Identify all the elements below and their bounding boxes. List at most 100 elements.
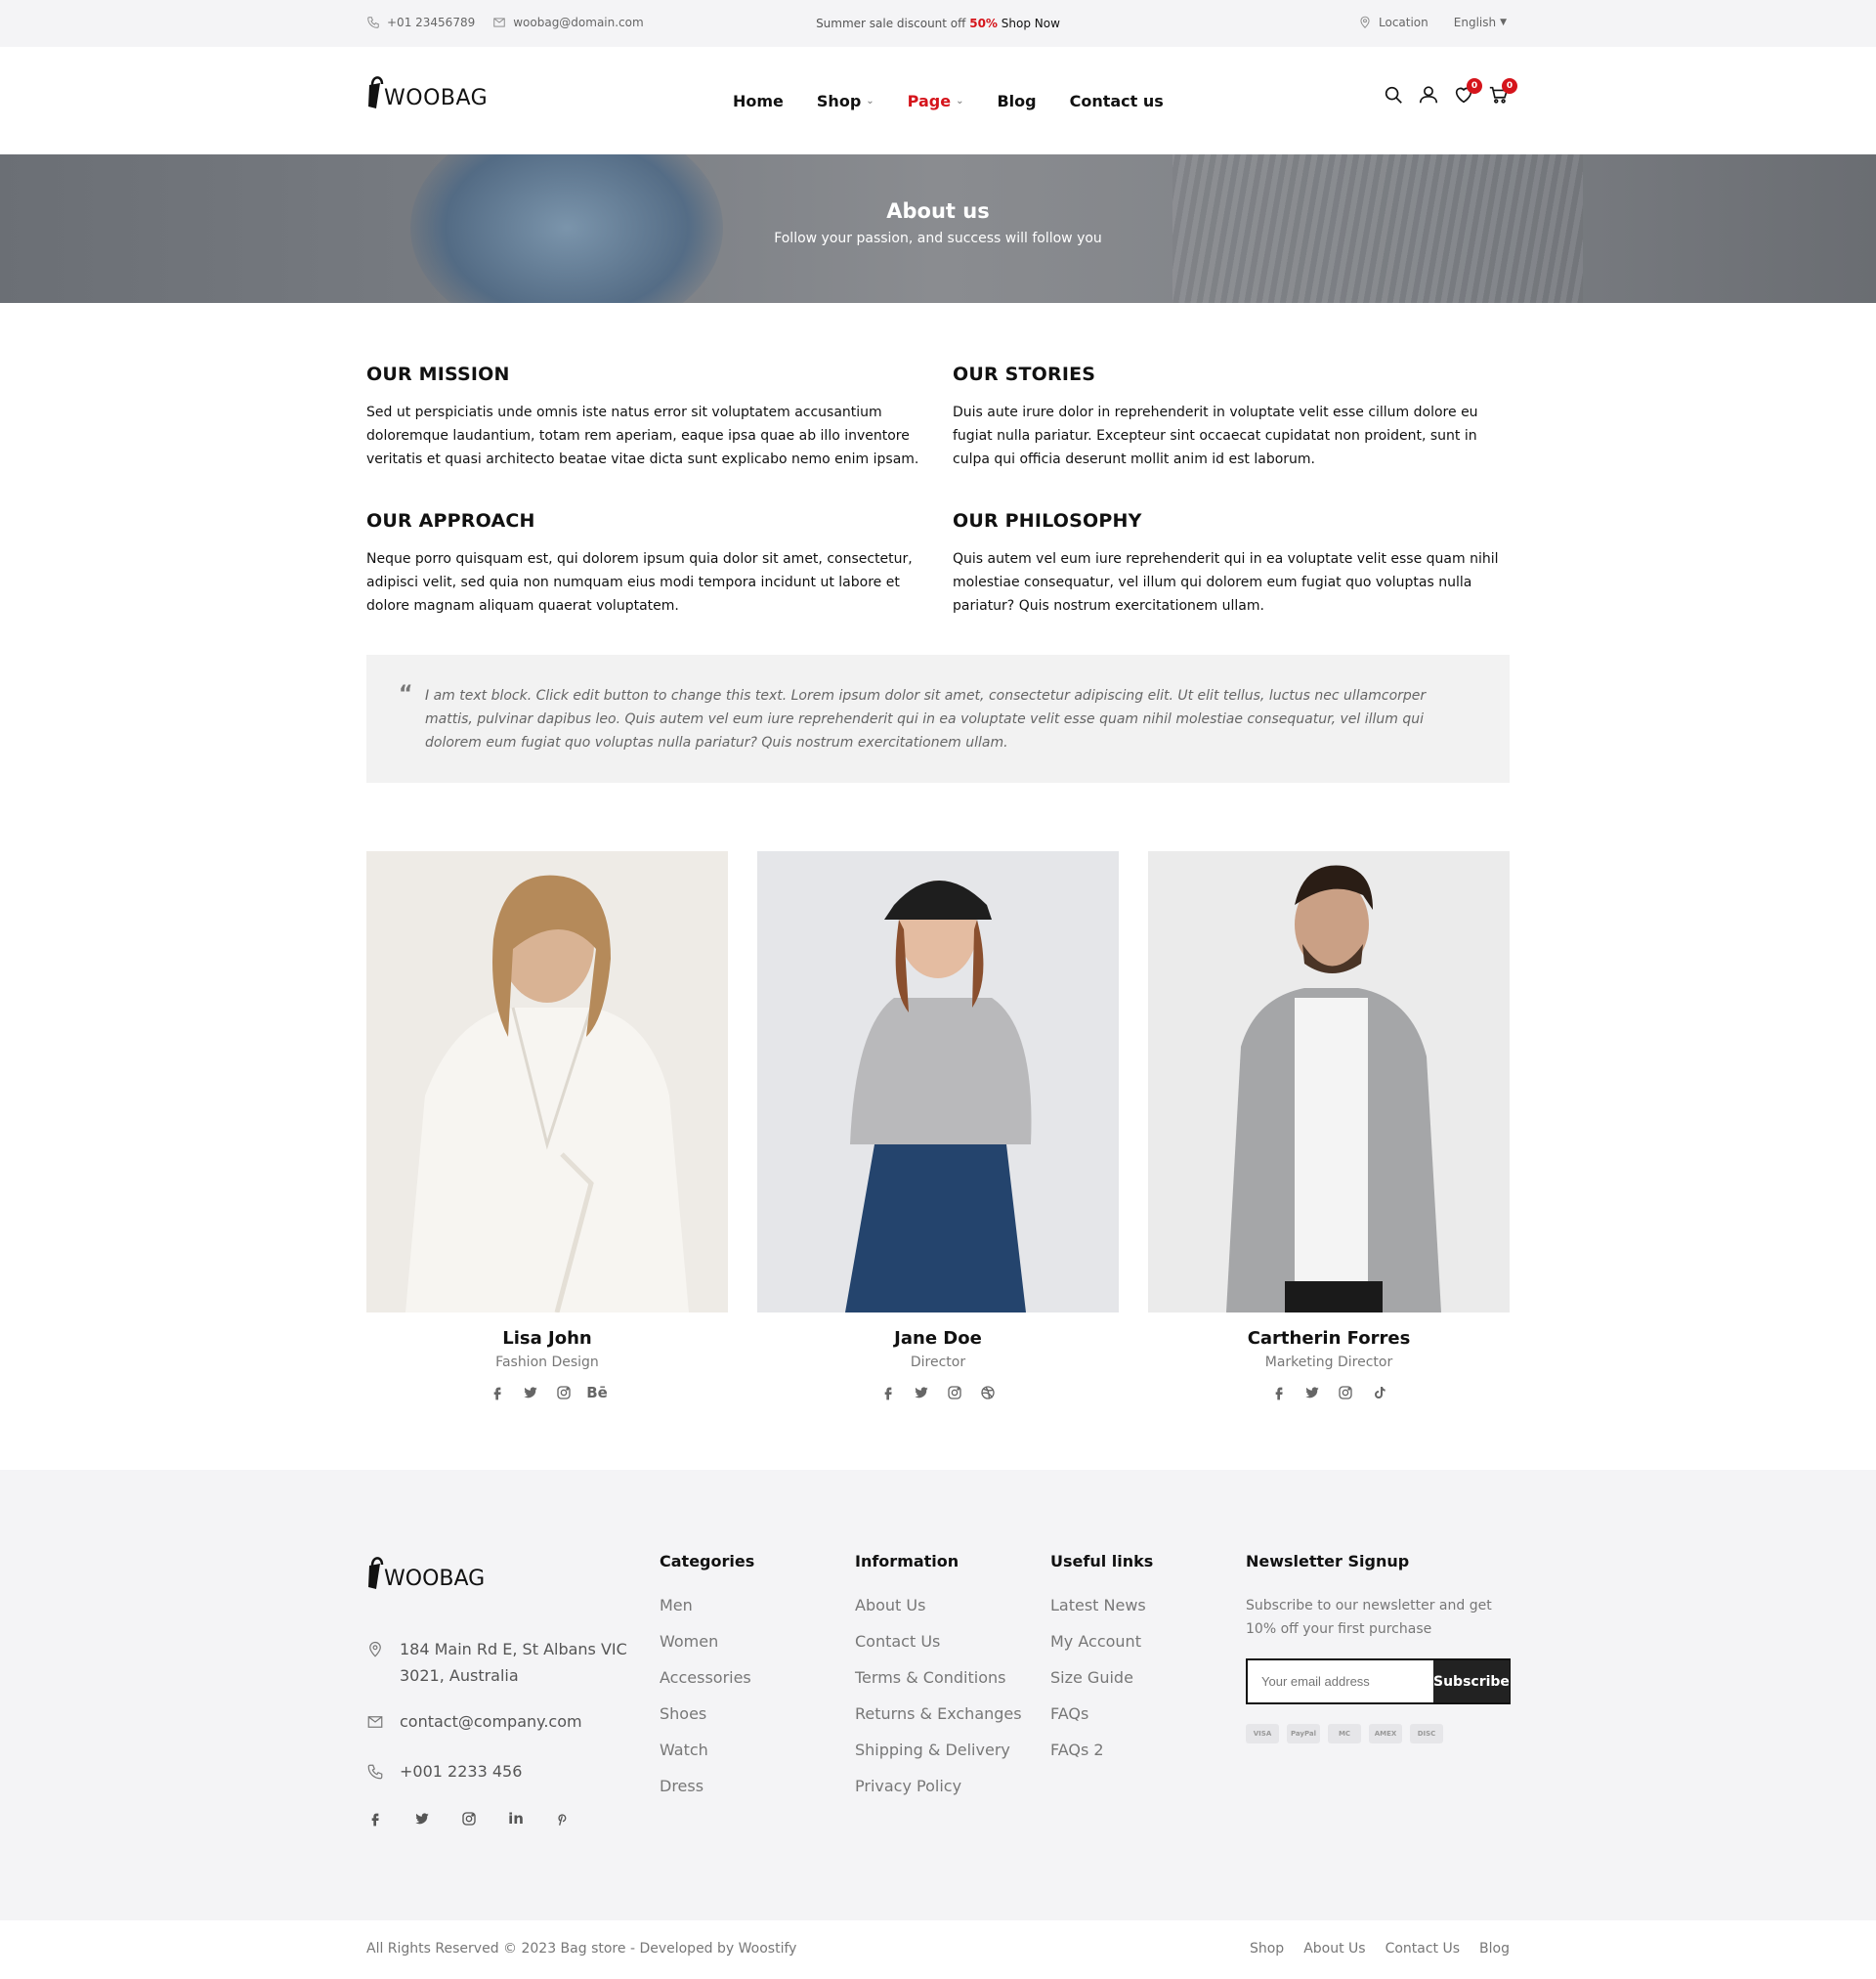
- bottom-link-shop[interactable]: Shop: [1250, 1941, 1284, 1957]
- twitter-icon[interactable]: [913, 1384, 930, 1401]
- page-hero-banner: About us Follow your passion, and succes…: [0, 154, 1876, 303]
- footer-email[interactable]: contact@company.com: [400, 1708, 582, 1739]
- instagram-icon[interactable]: [555, 1384, 573, 1401]
- instagram-icon[interactable]: [460, 1810, 478, 1828]
- subscribe-button[interactable]: Subscribe: [1433, 1660, 1510, 1702]
- footer-information-title: Information: [855, 1552, 959, 1570]
- philosophy-text: Quis autem vel eum iure reprehenderit qu…: [953, 551, 1499, 614]
- footer-useful-title: Useful links: [1050, 1552, 1154, 1570]
- team-member-photo: [1148, 851, 1510, 1312]
- facebook-icon[interactable]: [366, 1810, 384, 1828]
- twitter-icon[interactable]: [522, 1384, 539, 1401]
- footer-link[interactable]: About Us: [855, 1594, 1022, 1616]
- nav-page[interactable]: Page ⌄: [908, 92, 964, 110]
- footer-link[interactable]: Accessories: [660, 1666, 754, 1689]
- bottom-link-blog[interactable]: Blog: [1479, 1941, 1510, 1957]
- team-member-photo: [757, 851, 1119, 1312]
- newsletter-form: Subscribe: [1246, 1658, 1511, 1704]
- approach-section: OUR APPROACH Neque porro quisquam est, q…: [366, 510, 928, 618]
- instagram-icon[interactable]: [1337, 1384, 1354, 1401]
- main-nav: Home Shop ⌄ Page ⌄ Blog Contact us: [733, 92, 1164, 110]
- approach-text: Neque porro quisquam est, qui dolorem ip…: [366, 551, 913, 614]
- footer-link[interactable]: Dress: [660, 1775, 754, 1797]
- footer-link[interactable]: Latest News: [1050, 1594, 1153, 1616]
- blockquote: “ I am text block. Click edit button to …: [366, 655, 1510, 783]
- mission-text: Sed ut perspiciatis unde omnis iste natu…: [366, 405, 919, 467]
- wishlist-count-badge: 0: [1467, 78, 1482, 94]
- footer-newsletter: Newsletter Signup Subscribe to our newsl…: [1246, 1552, 1511, 1743]
- payment-methods: VISA PayPal MC AMEX DISC: [1246, 1724, 1511, 1743]
- search-icon[interactable]: [1383, 84, 1404, 106]
- language-label: English: [1453, 16, 1497, 29]
- site-logo[interactable]: WOOBAG: [366, 71, 488, 110]
- site-footer: WOOBAG 184 Main Rd E, St Albans VIC 3021…: [0, 1470, 1876, 1920]
- paypal-card-icon: PayPal: [1287, 1724, 1320, 1743]
- nav-blog[interactable]: Blog: [997, 92, 1036, 110]
- footer-link[interactable]: Men: [660, 1594, 754, 1616]
- hero-background-image: [410, 154, 723, 303]
- dribbble-icon[interactable]: [979, 1384, 997, 1401]
- user-icon[interactable]: [1418, 84, 1439, 106]
- chevron-down-icon: ⌄: [956, 96, 964, 107]
- twitter-icon[interactable]: [1303, 1384, 1321, 1401]
- pinterest-icon[interactable]: [554, 1810, 572, 1828]
- hero-background-texture: [1172, 154, 1583, 303]
- instagram-icon[interactable]: [946, 1384, 963, 1401]
- team-member-photo: [366, 851, 728, 1312]
- footer-link[interactable]: Privacy Policy: [855, 1775, 1022, 1797]
- newsletter-email-input[interactable]: [1248, 1660, 1433, 1702]
- mastercard-card-icon: MC: [1328, 1724, 1361, 1743]
- copyright-text: All Rights Reserved © 2023 Bag store - D…: [366, 1941, 797, 1957]
- cart-count-badge: 0: [1502, 78, 1517, 94]
- amex-card-icon: AMEX: [1369, 1724, 1402, 1743]
- footer-link[interactable]: FAQs 2: [1050, 1739, 1153, 1761]
- nav-contact[interactable]: Contact us: [1070, 92, 1164, 110]
- visa-card-icon: VISA: [1246, 1724, 1279, 1743]
- facebook-icon[interactable]: [1270, 1384, 1288, 1401]
- team-member-card: Cartherin Forres Marketing Director: [1148, 851, 1510, 1401]
- language-select[interactable]: English ▼: [1454, 16, 1507, 29]
- footer-link[interactable]: Returns & Exchanges: [855, 1702, 1022, 1725]
- nav-blog-label: Blog: [997, 92, 1037, 110]
- footer-phone[interactable]: +001 2233 456: [400, 1758, 522, 1788]
- logo-text: WOOBAG: [384, 86, 489, 110]
- twitter-icon[interactable]: [413, 1810, 431, 1828]
- wishlist-heart-icon[interactable]: 0: [1453, 78, 1482, 106]
- facebook-icon[interactable]: [879, 1384, 897, 1401]
- footer-link[interactable]: Size Guide: [1050, 1666, 1153, 1689]
- behance-icon[interactable]: Bē: [586, 1384, 608, 1401]
- approach-title: OUR APPROACH: [366, 510, 535, 532]
- team-member-card: Lisa John Fashion Design Bē: [366, 851, 728, 1401]
- footer-categories: Categories Men Women Accessories Shoes W…: [660, 1552, 754, 1811]
- nav-home[interactable]: Home: [733, 92, 784, 110]
- team-member-name: Jane Doe: [894, 1328, 982, 1349]
- footer-link[interactable]: Shipping & Delivery: [855, 1739, 1022, 1761]
- newsletter-text: Subscribe to our newsletter and get 10% …: [1246, 1598, 1492, 1637]
- footer-information: Information About Us Contact Us Terms & …: [855, 1552, 1022, 1811]
- footer-link[interactable]: Women: [660, 1630, 754, 1653]
- footer-link[interactable]: Contact Us: [855, 1630, 1022, 1653]
- bottom-link-about[interactable]: About Us: [1303, 1941, 1365, 1957]
- footer-link[interactable]: Watch: [660, 1739, 754, 1761]
- footer-categories-title: Categories: [660, 1552, 755, 1570]
- nav-shop[interactable]: Shop ⌄: [817, 92, 874, 110]
- bottom-link-contact[interactable]: Contact Us: [1386, 1941, 1460, 1957]
- footer-logo[interactable]: WOOBAG: [366, 1552, 485, 1591]
- facebook-icon[interactable]: [489, 1384, 506, 1401]
- page-title: About us: [886, 199, 990, 223]
- promo-text: Summer sale discount off: [816, 17, 970, 30]
- footer-link[interactable]: My Account: [1050, 1630, 1153, 1653]
- mission-title: OUR MISSION: [366, 364, 510, 385]
- nav-contact-label: Contact us: [1069, 92, 1164, 110]
- location-link[interactable]: Location: [1379, 16, 1428, 29]
- stories-text: Duis aute irure dolor in reprehenderit i…: [953, 405, 1478, 467]
- linkedin-icon[interactable]: in: [507, 1810, 525, 1828]
- footer-link[interactable]: FAQs: [1050, 1702, 1153, 1725]
- cart-icon[interactable]: 0: [1488, 78, 1517, 106]
- tiktok-icon[interactable]: [1370, 1384, 1387, 1401]
- footer-link[interactable]: Shoes: [660, 1702, 754, 1725]
- footer-link[interactable]: Terms & Conditions: [855, 1666, 1022, 1689]
- team-member-role: Fashion Design: [495, 1355, 599, 1370]
- shop-now-link[interactable]: Shop Now: [998, 17, 1060, 30]
- location-pin-icon: [1358, 16, 1372, 29]
